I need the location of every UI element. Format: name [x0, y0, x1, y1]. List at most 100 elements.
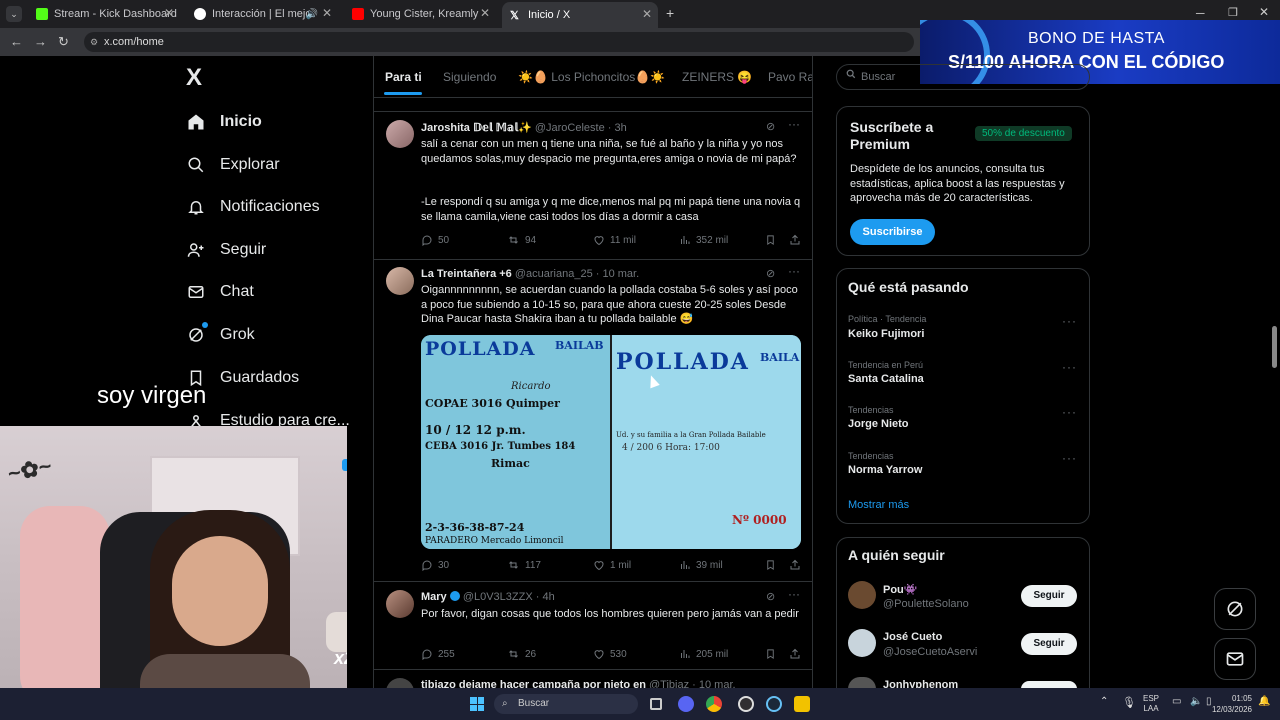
bookmark-icon[interactable]	[765, 559, 781, 571]
avatar[interactable]	[848, 629, 876, 657]
tab-siguiendo[interactable]: Siguiendo	[443, 70, 496, 84]
discord-icon[interactable]	[678, 696, 694, 712]
close-window-button[interactable]: ✕	[1259, 5, 1269, 19]
reply-button[interactable]: 30	[421, 559, 449, 571]
volume-icon[interactable]: 🔈	[1190, 696, 1202, 707]
trend-item[interactable]: Jorge Nieto	[848, 418, 909, 430]
clock[interactable]: 01:05 12/03/2026	[1208, 693, 1252, 715]
avatar[interactable]	[386, 267, 414, 295]
app-icon[interactable]	[794, 696, 810, 712]
follow-name[interactable]: José Cueto	[883, 631, 942, 643]
more-icon[interactable]: ···	[1062, 451, 1077, 465]
tab-youtube[interactable]: Young Cister, Kreamly - QLOO ✕	[344, 4, 496, 24]
share-icon[interactable]	[789, 234, 806, 246]
sidebar-item-inicio[interactable]: Inicio	[186, 107, 262, 137]
show-more-link[interactable]: Mostrar más	[848, 499, 909, 511]
tweet-image[interactable]: POLLADA BAILAB Ricardo COPAE 3016 Quimpe…	[421, 335, 801, 549]
sidebar-item-explorar[interactable]: Explorar	[186, 150, 280, 180]
tweet[interactable]: Jaroshita 𝔻𝕖𝕝 𝕄𝕒𝕝✨ @JaroCeleste · 3h ⊘ ·…	[374, 112, 812, 260]
tab-pavo-ran[interactable]: Pavo Ran	[768, 70, 812, 84]
author-name[interactable]: Jaroshita 𝔻𝕖𝕝 𝕄𝕒𝕝✨	[421, 122, 532, 134]
tab-pichoncitos[interactable]: ☀️🥚 Los Pichoncitos🥚☀️	[518, 70, 665, 84]
trend-item[interactable]: Santa Catalina	[848, 373, 924, 385]
repost-button[interactable]: 26	[507, 648, 536, 660]
messages-fab[interactable]	[1214, 638, 1256, 680]
grok-icon[interactable]: ⊘	[766, 590, 775, 603]
like-button[interactable]: 1 mil	[593, 559, 631, 571]
follow-button[interactable]: Seguir	[1021, 633, 1077, 655]
taskview-icon[interactable]	[650, 698, 662, 710]
author-handle[interactable]: @L0V3L3ZZX · 4h	[463, 591, 555, 603]
more-icon[interactable]: ···	[1062, 360, 1077, 374]
views-button[interactable]: 39 mil	[679, 559, 723, 571]
follow-handle[interactable]: @JoseCuetoAservi	[883, 646, 977, 658]
microphone-icon[interactable]: 🎙	[1122, 696, 1136, 709]
bookmark-icon[interactable]	[765, 648, 781, 660]
windows-start-icon[interactable]	[470, 697, 484, 711]
url-input[interactable]: ⚙ x.com/home	[84, 32, 914, 52]
more-icon[interactable]: ···	[788, 117, 800, 131]
sidebar-item-grok[interactable]: Grok	[186, 320, 255, 350]
more-icon[interactable]: ···	[788, 587, 800, 601]
tab-list-button[interactable]: ⌄	[6, 6, 22, 22]
sidebar-item-seguir[interactable]: Seguir	[186, 235, 266, 265]
views-button[interactable]: 205 mil	[679, 648, 728, 660]
repost-button[interactable]: 117	[507, 559, 541, 571]
follow-name[interactable]: Pou👾	[883, 583, 917, 596]
bookmark-icon[interactable]	[765, 234, 781, 246]
reply-button[interactable]: 255	[421, 648, 455, 660]
lang-indicator[interactable]: ESP LAA	[1143, 694, 1159, 714]
tab-x-home[interactable]: 𝕏 Inicio / X ✕	[502, 2, 658, 28]
steam-icon[interactable]	[766, 696, 782, 712]
author-handle[interactable]: @acuariana_25 · 10 mar.	[515, 268, 639, 280]
tab-zeiners[interactable]: ZEINERS 😝	[682, 70, 752, 84]
x-logo[interactable]: X	[186, 64, 202, 92]
grok-fab[interactable]	[1214, 588, 1256, 630]
restore-button[interactable]: ❐	[1228, 6, 1238, 19]
trend-item[interactable]: Norma Yarrow	[848, 464, 922, 476]
close-icon[interactable]: ✕	[480, 6, 490, 20]
grok-icon[interactable]: ⊘	[766, 120, 775, 133]
close-icon[interactable]: ✕	[642, 7, 652, 21]
minimize-button[interactable]: ─	[1196, 6, 1205, 20]
more-icon[interactable]: ···	[1062, 314, 1077, 328]
tweet[interactable]: Mary @L0V3L3ZZX · 4h ⊘ ··· Por favor, di…	[374, 582, 812, 670]
grok-icon[interactable]: ⊘	[766, 267, 775, 280]
subscribe-button[interactable]: Suscribirse	[850, 219, 935, 245]
more-icon[interactable]: ···	[788, 264, 800, 278]
author-name[interactable]: La Treintañera +6	[421, 268, 512, 280]
like-button[interactable]: 530	[593, 648, 627, 660]
trend-item[interactable]: Keiko Fujimori	[848, 328, 924, 340]
scrollbar-thumb[interactable]	[1272, 326, 1277, 368]
audio-icon[interactable]: 🔊	[306, 9, 318, 20]
views-button[interactable]: 352 mil	[679, 234, 728, 246]
search-input[interactable]: Buscar	[836, 64, 1090, 90]
follow-handle[interactable]: @PouletteSolano	[883, 598, 969, 610]
more-icon[interactable]: ···	[1062, 405, 1077, 419]
author-name[interactable]: Mary	[421, 591, 447, 603]
new-tab-button[interactable]: +	[666, 5, 674, 21]
repost-button[interactable]: 94	[507, 234, 536, 246]
tweet[interactable]: La Treintañera +6 @acuariana_25 · 10 mar…	[374, 260, 812, 582]
avatar[interactable]	[386, 120, 414, 148]
tab-para-ti[interactable]: Para ti	[385, 70, 422, 84]
like-button[interactable]: 11 mil	[593, 234, 636, 246]
reply-button[interactable]: 50	[421, 234, 449, 246]
notification-icon[interactable]: 🔔	[1258, 696, 1270, 707]
site-info-icon[interactable]: ⚙	[90, 32, 98, 52]
share-icon[interactable]	[789, 559, 806, 571]
chrome-icon[interactable]	[706, 696, 722, 712]
forward-icon[interactable]: →	[34, 34, 47, 49]
avatar[interactable]	[848, 581, 876, 609]
taskbar-search[interactable]: ⌕ Buscar	[494, 694, 638, 714]
author-handle[interactable]: @JaroCeleste · 3h	[535, 122, 627, 134]
share-icon[interactable]	[789, 648, 806, 660]
reload-icon[interactable]: ↻	[58, 34, 69, 50]
close-icon[interactable]: ✕	[322, 6, 332, 20]
tab-kick-dashboard[interactable]: Stream - Kick Dashboard ✕	[28, 4, 180, 24]
sidebar-item-chat[interactable]: Chat	[186, 277, 254, 307]
tray-chevron-icon[interactable]: ⌃	[1100, 696, 1108, 707]
back-icon[interactable]: ←	[10, 34, 23, 49]
avatar[interactable]	[386, 590, 414, 618]
follow-button[interactable]: Seguir	[1021, 585, 1077, 607]
